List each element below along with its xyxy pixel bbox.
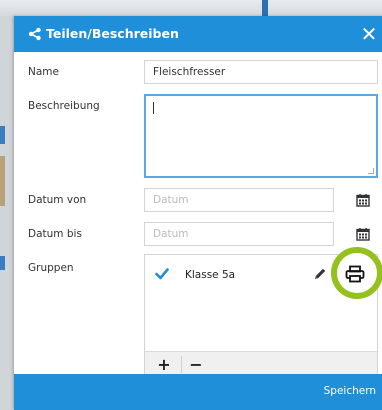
calendar-icon[interactable] (356, 193, 370, 207)
text-cursor (153, 102, 154, 114)
share-icon (28, 27, 41, 41)
background-page-edge (0, 16, 14, 410)
background-page (0, 0, 382, 16)
date-to-field[interactable] (144, 222, 334, 246)
print-icon[interactable] (345, 265, 365, 283)
close-icon[interactable]: ✕ (358, 23, 380, 45)
list-item[interactable]: Klasse 5a (145, 247, 382, 299)
share-describe-dialog: Teilen/Beschreiben ✕ Name Beschreibung D… (14, 16, 382, 410)
name-label: Name (28, 66, 59, 78)
group-label: Klasse 5a (185, 269, 236, 281)
background-strip (0, 256, 5, 270)
description-field[interactable] (144, 94, 378, 178)
date-from-field[interactable] (144, 188, 334, 212)
date-to-label: Datum bis (28, 228, 82, 240)
dialog-title: Teilen/Beschreiben (46, 26, 179, 41)
date-from-label: Datum von (28, 194, 87, 206)
dialog-footer: Speichern (14, 374, 382, 410)
add-group-button[interactable]: + (155, 356, 173, 374)
description-label: Beschreibung (28, 100, 100, 112)
background-accent-bar (262, 0, 268, 16)
dialog-header: Teilen/Beschreiben ✕ (14, 16, 382, 52)
checkbox-checked-icon[interactable] (155, 267, 169, 281)
pencil-icon[interactable] (313, 267, 327, 281)
name-input[interactable] (145, 61, 377, 83)
groups-label: Gruppen (28, 262, 74, 274)
date-to-input[interactable] (145, 223, 333, 245)
background-strip (0, 126, 5, 144)
resize-grip-icon[interactable] (368, 168, 374, 174)
toolbar-divider (181, 356, 182, 374)
date-from-input[interactable] (145, 189, 333, 211)
groups-list: Klasse 5a + − (144, 247, 382, 378)
background-strip (0, 156, 5, 206)
save-button[interactable]: Speichern (324, 385, 376, 397)
name-field[interactable] (144, 60, 378, 84)
remove-group-button[interactable]: − (187, 356, 205, 374)
calendar-icon[interactable] (356, 227, 370, 241)
